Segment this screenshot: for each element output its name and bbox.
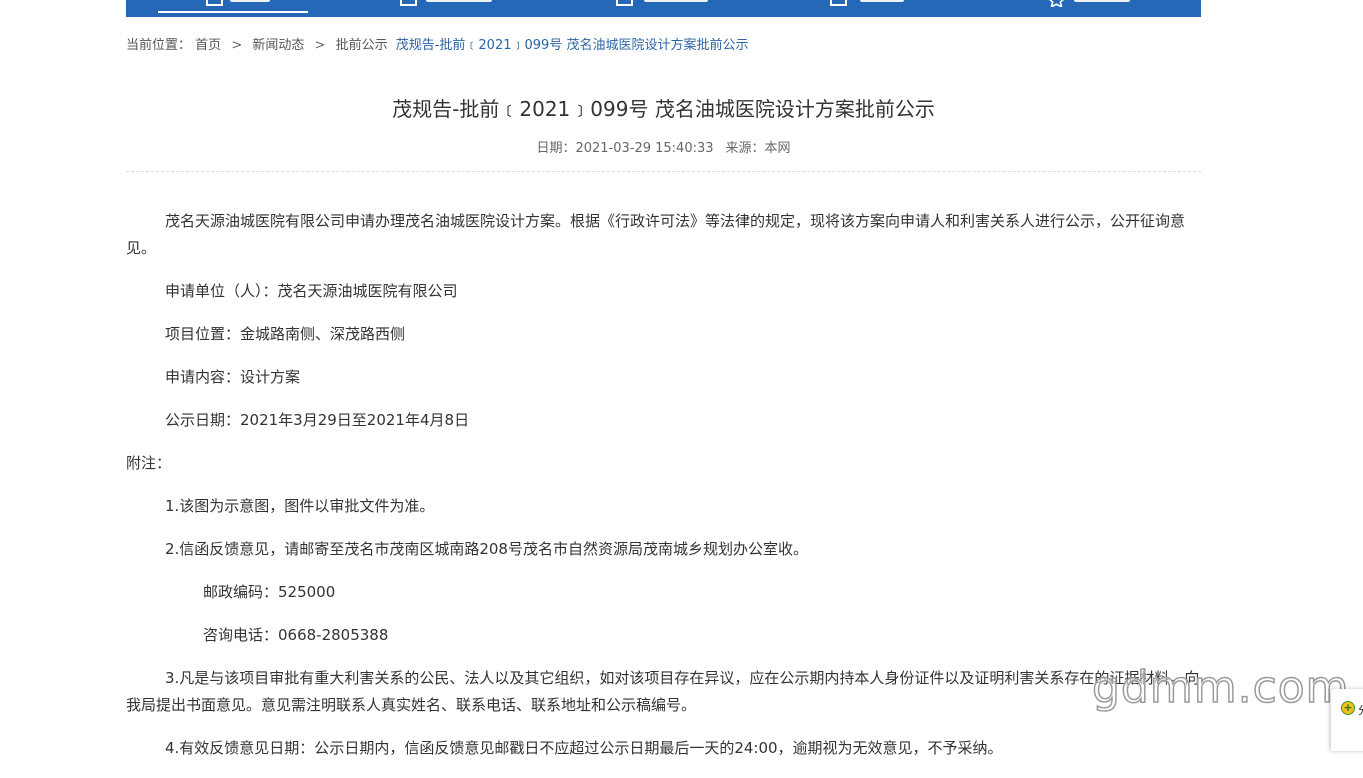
notes-label: 附注：: [126, 454, 172, 472]
location-line: 项目位置：金城路南侧、深茂路西侧: [165, 325, 406, 343]
breadcrumb-prefix: 当前位置：: [126, 38, 192, 53]
site-watermark: gdmm.com: [1091, 661, 1350, 714]
top-nav-bar: [126, 0, 1201, 17]
notice-icon: [830, 0, 847, 6]
breadcrumb-news-link[interactable]: 新闻动态: [252, 38, 304, 53]
intro-paragraph: 茂名天源油城医院有限公司申请办理茂名油城医院设计方案。根据《行政许可法》等法律的…: [126, 212, 1186, 257]
breadcrumb-home-link[interactable]: 首页: [195, 38, 221, 53]
article-meta: 日期：2021-03-29 15:40:33 来源：本网: [126, 140, 1201, 158]
date-label: 日期：: [536, 141, 576, 156]
article-title: 茂规告-批前﹝2021﹞099号 茂名油城医院设计方案批前公示: [392, 97, 935, 121]
plus-icon: +: [1341, 701, 1355, 715]
nav-item-label: [426, 0, 492, 2]
breadcrumb-separator: >: [314, 38, 326, 53]
article-date: 2021-03-29 15:40:33: [575, 141, 714, 156]
content-line: 申请内容：设计方案: [165, 368, 301, 386]
phone-line: 咨询电话：0668-2805388: [203, 626, 389, 644]
postcode-line: 邮政编码：525000: [203, 583, 336, 601]
nav-item-label: [1074, 0, 1130, 2]
title-divider: [126, 171, 1201, 172]
source-label: 来源：: [725, 141, 765, 156]
breadcrumb-separator: >: [231, 38, 243, 53]
note-1: 1.该图为示意图，图件以审批文件为准。: [165, 497, 435, 515]
breadcrumb-current: 茂规告-批前﹝2021﹞099号 茂名油城医院设计方案批前公示: [395, 38, 749, 53]
home-icon: [206, 0, 223, 6]
nav-item-label: [860, 0, 904, 2]
document-icon: [400, 0, 417, 6]
breadcrumb-section-link[interactable]: 批前公示: [336, 38, 388, 53]
article-body: 茂名天源油城医院有限公司申请办理茂名油城医院设计方案。根据《行政许可法》等法律的…: [126, 208, 1201, 778]
nav-item-label: [644, 0, 708, 2]
nav-active-underline: [158, 11, 308, 13]
note-2: 2.信函反馈意见，请邮寄至茂名市茂南区城南路208号茂名市自然资源局茂南城乡规划…: [165, 540, 808, 558]
share-widget-label: 分: [1358, 702, 1363, 718]
article-source: 本网: [764, 141, 791, 156]
nav-item-label: [230, 0, 270, 2]
note-3: 3.凡是与该项目审批有重大利害关系的公民、法人以及其它组织，如对该项目存在异议，…: [126, 669, 1200, 714]
breadcrumb: 当前位置： 首页 > 新闻动态 > 批前公示 茂规告-批前﹝2021﹞099号 …: [126, 37, 748, 55]
note-4: 4.有效反馈意见日期：公示日期内，信函反馈意见邮戳日不应超过公示日期最后一天的2…: [165, 739, 1003, 757]
share-widget[interactable]: + 分: [1331, 689, 1363, 751]
period-line: 公示日期：2021年3月29日至2021年4月8日: [165, 411, 470, 429]
applicant-line: 申请单位（人）：茂名天源油城医院有限公司: [165, 282, 458, 300]
star-icon: [1048, 0, 1065, 9]
building-icon: [616, 0, 633, 6]
